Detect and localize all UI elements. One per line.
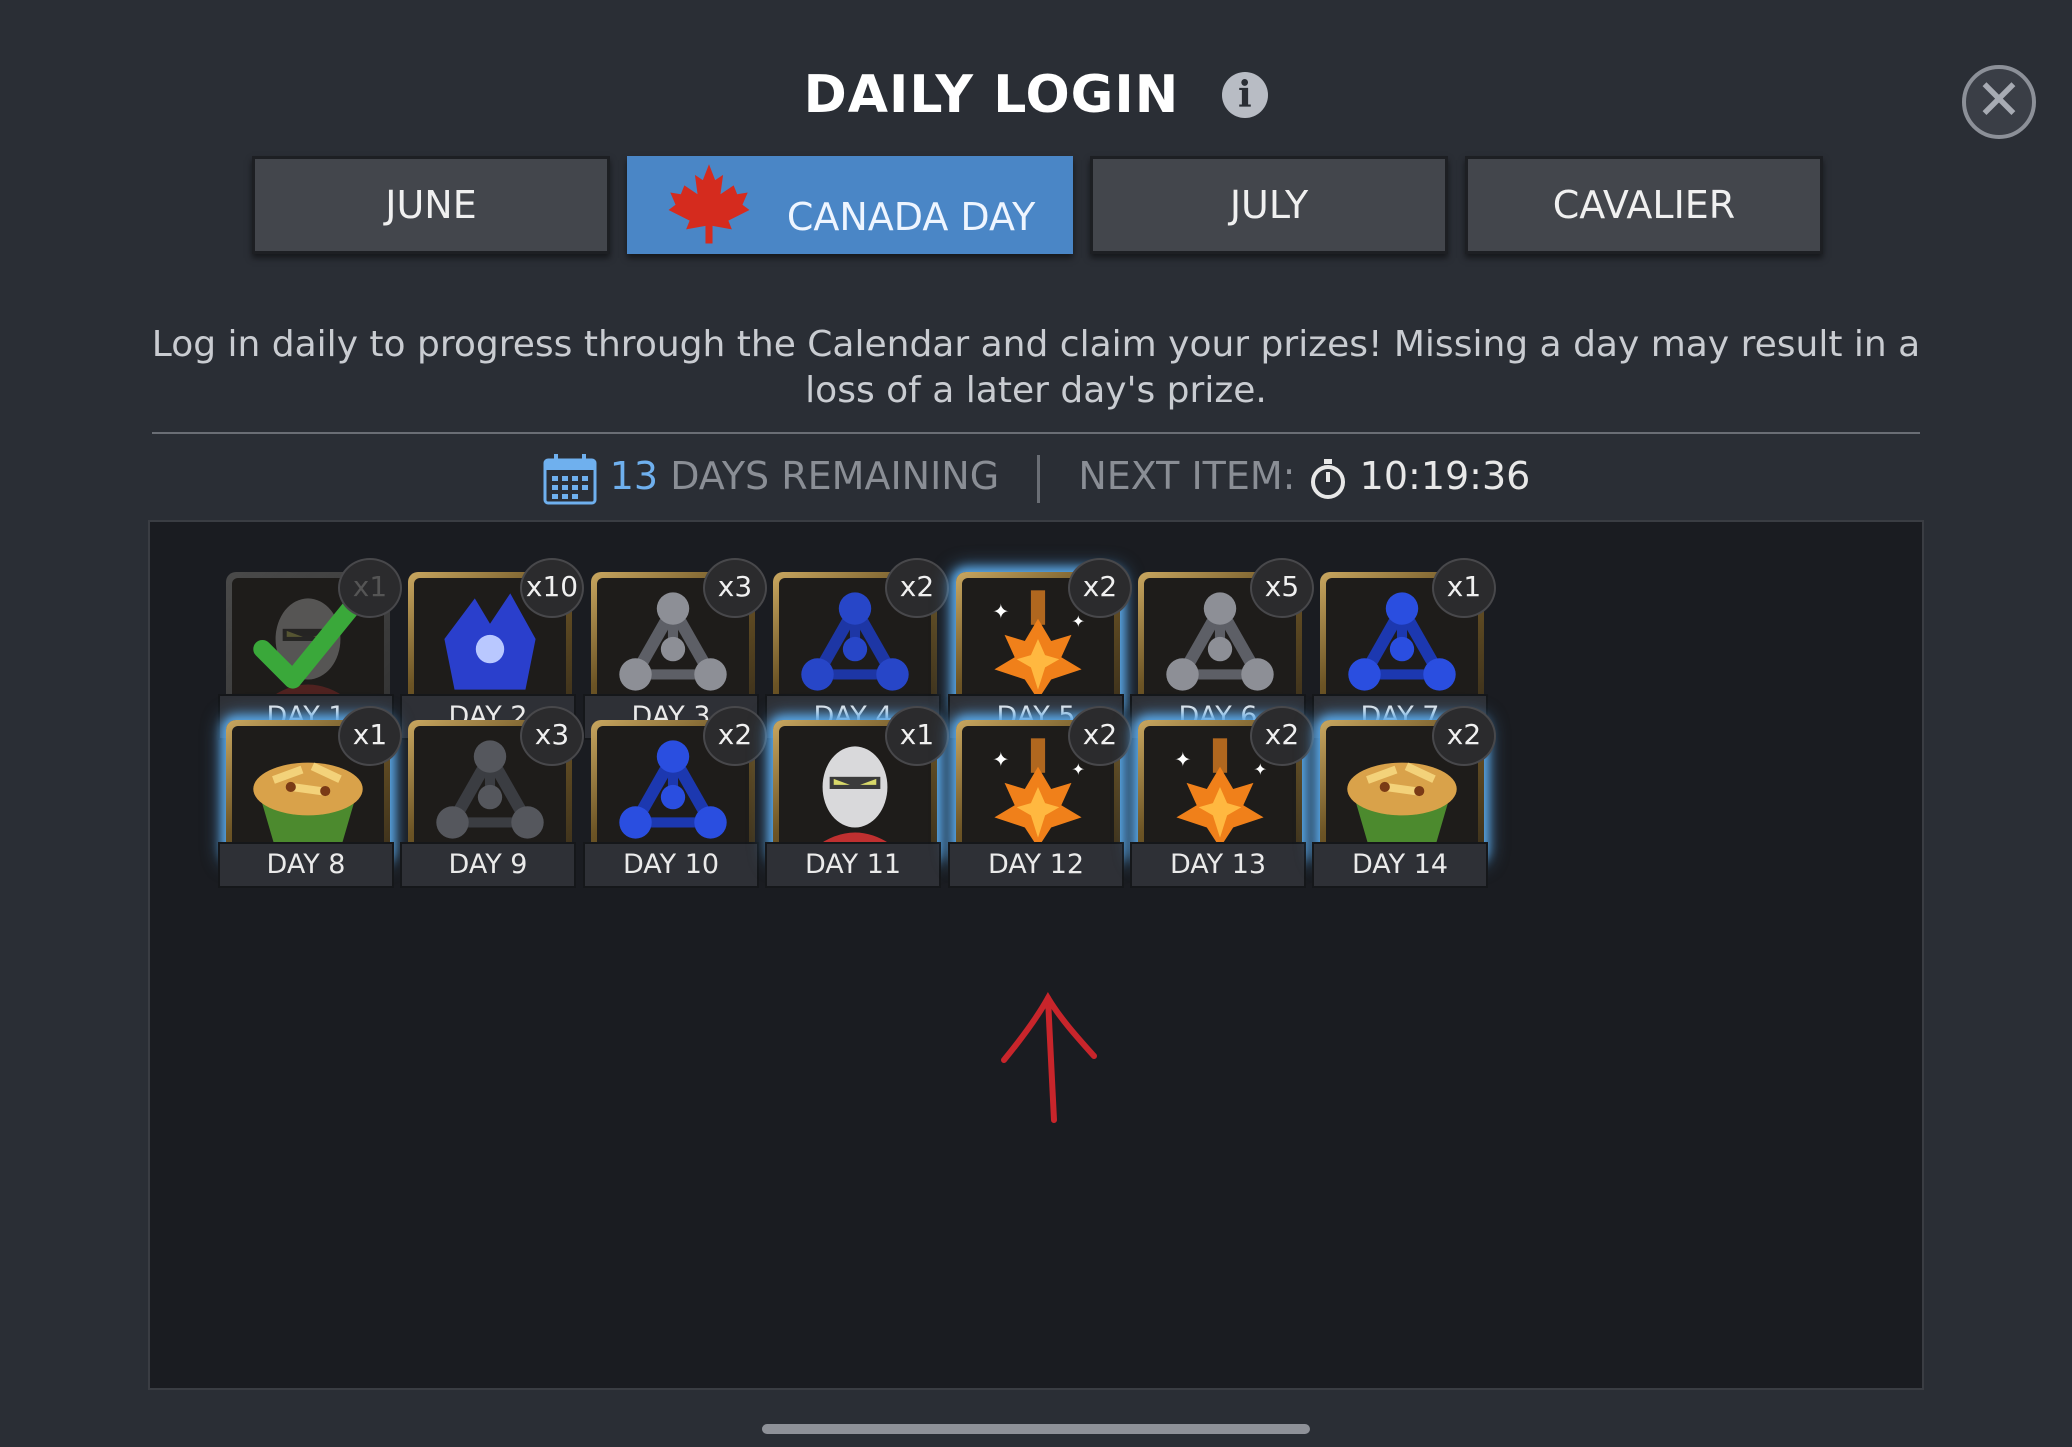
red-arrow-annotation bbox=[994, 990, 1104, 1134]
days-remaining-count: 13 bbox=[609, 454, 659, 498]
calendar-grid: x1 DAY 1 x10 DAY 2 x3 DAY 3 x2 DAY 4 ✦ ✦ x2 DAY 5 x5… bbox=[148, 520, 1924, 1390]
quantity-badge: x2 bbox=[885, 558, 949, 618]
tab-july[interactable]: JULY bbox=[1090, 156, 1448, 254]
svg-text:✦: ✦ bbox=[992, 748, 1009, 772]
tab-june[interactable]: JUNE bbox=[252, 156, 610, 254]
day-label: DAY 12 bbox=[948, 842, 1124, 888]
stopwatch-icon bbox=[1308, 454, 1360, 499]
days-remaining-label: DAYS REMAINING bbox=[670, 454, 1000, 498]
tab-canada-day[interactable]: CANADA DAY bbox=[627, 156, 1073, 254]
info-icon[interactable]: i bbox=[1222, 72, 1269, 118]
quantity-badge: x3 bbox=[703, 558, 767, 618]
day-label: DAY 11 bbox=[765, 842, 941, 888]
day-card[interactable]: x2 DAY 14 bbox=[1312, 706, 1496, 892]
quantity-badge: x1 bbox=[338, 706, 402, 766]
day-card[interactable]: x3 DAY 9 bbox=[400, 706, 584, 892]
quantity-badge: x1 bbox=[885, 706, 949, 766]
status-separator bbox=[1037, 454, 1041, 503]
quantity-badge: x1 bbox=[338, 558, 402, 618]
tab-label: CAVALIER bbox=[1552, 183, 1736, 227]
tab-cavalier[interactable]: CAVALIER bbox=[1465, 156, 1823, 254]
svg-text:✦: ✦ bbox=[1174, 748, 1191, 772]
tab-label: CANADA DAY bbox=[786, 195, 1036, 239]
day-label: DAY 8 bbox=[218, 842, 394, 888]
svg-text:✦: ✦ bbox=[1071, 612, 1085, 631]
close-button[interactable]: ✕ bbox=[1962, 65, 2036, 139]
day-label: DAY 9 bbox=[400, 842, 576, 888]
tab-label: JULY bbox=[1229, 183, 1309, 227]
day-label: DAY 13 bbox=[1130, 842, 1306, 888]
close-icon: ✕ bbox=[1975, 68, 2023, 133]
quantity-badge: x3 bbox=[520, 706, 584, 766]
quantity-badge: x2 bbox=[1250, 706, 1314, 766]
svg-text:✦: ✦ bbox=[1071, 760, 1085, 779]
tab-label: JUNE bbox=[385, 183, 477, 227]
day-label: DAY 10 bbox=[583, 842, 759, 888]
day-card[interactable]: x1 DAY 11 bbox=[765, 706, 949, 892]
quantity-badge: x2 bbox=[1432, 706, 1496, 766]
quantity-badge: x1 bbox=[1432, 558, 1496, 618]
tab-bar: JUNE CANADA DAY JULY CAVALIER bbox=[0, 156, 2072, 256]
day-card[interactable]: ✦ ✦ x2 DAY 12 bbox=[948, 706, 1132, 892]
day-card[interactable]: x1 DAY 8 bbox=[218, 706, 402, 892]
status-bar: 13 DAYS REMAINING NEXT ITEM: 10:19:36 bbox=[0, 446, 2072, 506]
title-text: DAILY LOGIN bbox=[803, 65, 1180, 125]
svg-text:✦: ✦ bbox=[992, 600, 1009, 624]
next-item-label: NEXT ITEM: bbox=[1078, 454, 1296, 498]
quantity-badge: x2 bbox=[1068, 558, 1132, 618]
quantity-badge: x2 bbox=[1068, 706, 1132, 766]
maple-leaf-icon bbox=[665, 159, 753, 280]
day-label: DAY 14 bbox=[1312, 842, 1488, 888]
quantity-badge: x2 bbox=[703, 706, 767, 766]
page-title: DAILY LOGIN i bbox=[0, 62, 2072, 125]
next-item-timer: 10:19:36 bbox=[1359, 454, 1531, 498]
home-indicator bbox=[762, 1424, 1310, 1434]
calendar-description: Log in daily to progress through the Cal… bbox=[151, 324, 1921, 411]
quantity-badge: x5 bbox=[1250, 558, 1314, 618]
day-card[interactable]: ✦ ✦ x2 DAY 13 bbox=[1130, 706, 1314, 892]
svg-text:✦: ✦ bbox=[1253, 760, 1267, 779]
divider bbox=[152, 432, 1920, 434]
quantity-badge: x10 bbox=[520, 558, 584, 618]
day-card[interactable]: x2 DAY 10 bbox=[583, 706, 767, 892]
calendar-icon bbox=[542, 453, 610, 504]
